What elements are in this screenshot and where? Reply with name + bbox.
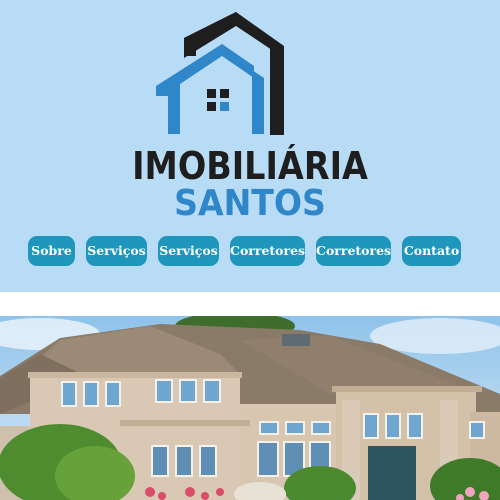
nav-contato-button[interactable]: Contato <box>402 236 461 266</box>
nav-corretores-button[interactable]: Corretores <box>230 236 305 266</box>
nav-servicos-button[interactable]: Serviços <box>86 236 147 266</box>
hero-image <box>0 316 500 500</box>
nav-servicos-button-2[interactable]: Serviços <box>158 236 219 266</box>
main-nav: Sobre Serviços Serviços Corretores Corre… <box>0 236 500 266</box>
nav-sobre-button[interactable]: Sobre <box>28 236 75 266</box>
house-photo-image <box>0 316 500 500</box>
site-header: IMOBILIÁRIA SANTOS Sobre Serviços Serviç… <box>0 0 500 292</box>
brand-name: IMOBILIÁRIA <box>132 144 368 188</box>
brand-surname: SANTOS <box>174 183 326 224</box>
nav-corretores-button-2[interactable]: Corretores <box>316 236 391 266</box>
separator <box>0 292 500 316</box>
house-logo-icon <box>156 12 284 135</box>
